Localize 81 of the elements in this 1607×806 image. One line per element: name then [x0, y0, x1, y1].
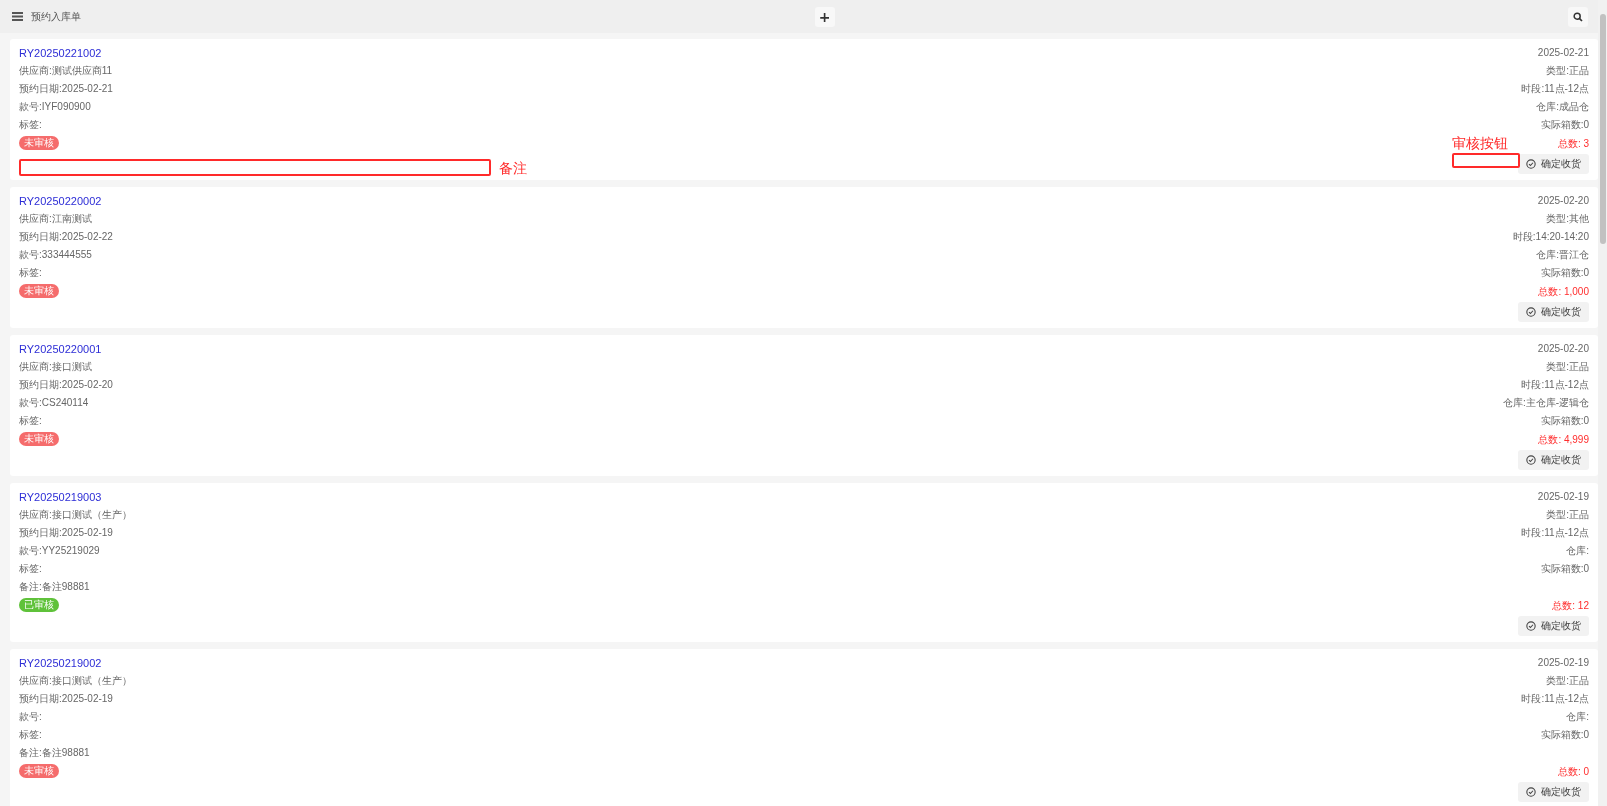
confirm-receipt-button[interactable]: 确定收货 [1518, 154, 1589, 174]
order-detail: 时段:11点-12点 [1521, 378, 1589, 392]
order-detail: 实际箱数:0 [1540, 118, 1589, 132]
order-detail: 类型:其他 [1546, 212, 1589, 226]
order-detail: 仓库: [1566, 710, 1589, 724]
order-number[interactable]: RY20250220002 [19, 192, 102, 210]
add-button[interactable]: + [814, 6, 835, 27]
order-date: 2025-02-20 [1537, 194, 1589, 208]
order-detail: 实际箱数:0 [1540, 266, 1589, 280]
status-tag: 未审核 [19, 432, 59, 446]
order-detail: 类型:正品 [1546, 508, 1589, 522]
order-date: 2025-02-19 [1537, 656, 1589, 670]
order-detail: 实际箱数:0 [1540, 562, 1589, 576]
status-tag: 未审核 [19, 764, 59, 778]
button-highlight [1452, 153, 1520, 168]
order-detail: 预约日期:2025-02-22 [19, 230, 113, 244]
order-detail: 类型:正品 [1546, 674, 1589, 688]
status-tag: 未审核 [19, 284, 59, 298]
confirm-receipt-button[interactable]: 确定收货 [1518, 302, 1589, 322]
order-detail: 实际箱数:0 [1540, 728, 1589, 742]
order-detail: 预约日期:2025-02-21 [19, 82, 113, 96]
search-button[interactable] [1568, 6, 1588, 27]
order-detail: 类型:正品 [1546, 64, 1589, 78]
order-detail: 款号:333444555 [19, 248, 92, 262]
order-detail: 预约日期:2025-02-20 [19, 378, 113, 392]
check-circle-icon [1526, 159, 1536, 169]
order-detail: 仓库:成品仓 [1536, 100, 1589, 114]
order-detail: 备注:备注98881 [19, 746, 90, 760]
annotation-label: 备注 [499, 160, 527, 176]
confirm-receipt-button[interactable]: 确定收货 [1518, 782, 1589, 802]
order-detail: 预约日期:2025-02-19 [19, 692, 113, 706]
order-number[interactable]: RY20250221002 [19, 44, 102, 62]
order-number[interactable]: RY20250219002 [19, 654, 102, 672]
list-icon [12, 12, 23, 21]
order-detail: 供应商:接口测试（生产） [19, 508, 132, 522]
order-detail: 时段:11点-12点 [1521, 82, 1589, 96]
order-detail: 实际箱数:0 [1540, 414, 1589, 428]
status-tag: 已审核 [19, 598, 59, 612]
order-detail: 标签: [19, 118, 42, 132]
page-title: 预约入库单 [31, 9, 81, 24]
order-detail: 供应商:测试供应商11 [19, 64, 113, 78]
annotation-label: 审核按钮 [1452, 135, 1508, 151]
order-detail: 供应商:接口测试（生产） [19, 674, 132, 688]
order-detail: 标签: [19, 414, 42, 428]
order-date: 2025-02-20 [1537, 342, 1589, 356]
order-detail: 供应商:江南测试 [19, 212, 92, 226]
order-detail: 时段:11点-12点 [1521, 692, 1589, 706]
order-detail: 备注:备注98881 [19, 580, 90, 594]
order-detail: 仓库:晋江仓 [1536, 248, 1589, 262]
order-detail: 时段:14:20-14:20 [1512, 230, 1589, 244]
order-detail: 款号:IYF090900 [19, 100, 91, 114]
order-detail: 类型:正品 [1546, 360, 1589, 374]
order-detail: 款号: [19, 710, 42, 724]
order-date: 2025-02-21 [1537, 46, 1589, 60]
order-detail: 款号:CS240114 [19, 396, 89, 410]
order-number[interactable]: RY20250219003 [19, 488, 102, 506]
order-detail: 供应商:接口测试 [19, 360, 92, 374]
order-detail: 款号:YY25219029 [19, 544, 100, 558]
order-detail: 标签: [19, 266, 42, 280]
check-circle-icon [1526, 307, 1536, 317]
check-circle-icon [1526, 621, 1536, 631]
scrollbar-thumb[interactable] [1599, 14, 1606, 244]
order-date: 2025-02-19 [1537, 490, 1589, 504]
confirm-receipt-button[interactable]: 确定收货 [1518, 616, 1589, 636]
check-circle-icon [1526, 455, 1536, 465]
order-detail: 标签: [19, 562, 42, 576]
status-tag: 未审核 [19, 136, 59, 150]
total-count: 总数: 0 [1557, 765, 1589, 779]
check-circle-icon [1526, 787, 1536, 797]
search-icon [1573, 11, 1583, 22]
order-detail: 标签: [19, 728, 42, 742]
total-count: 总数: 3 [1557, 137, 1589, 151]
total-count: 总数: 4,999 [1538, 433, 1589, 447]
confirm-receipt-button[interactable]: 确定收货 [1518, 450, 1589, 470]
order-number[interactable]: RY20250220001 [19, 340, 102, 358]
order-detail: 仓库: [1566, 544, 1589, 558]
total-count: 总数: 12 [1552, 599, 1589, 613]
total-count: 总数: 1,000 [1538, 285, 1589, 299]
order-detail: 时段:11点-12点 [1521, 526, 1589, 540]
order-detail: 仓库:主仓库-逻辑仓 [1502, 396, 1589, 410]
order-detail: 预约日期:2025-02-19 [19, 526, 113, 540]
